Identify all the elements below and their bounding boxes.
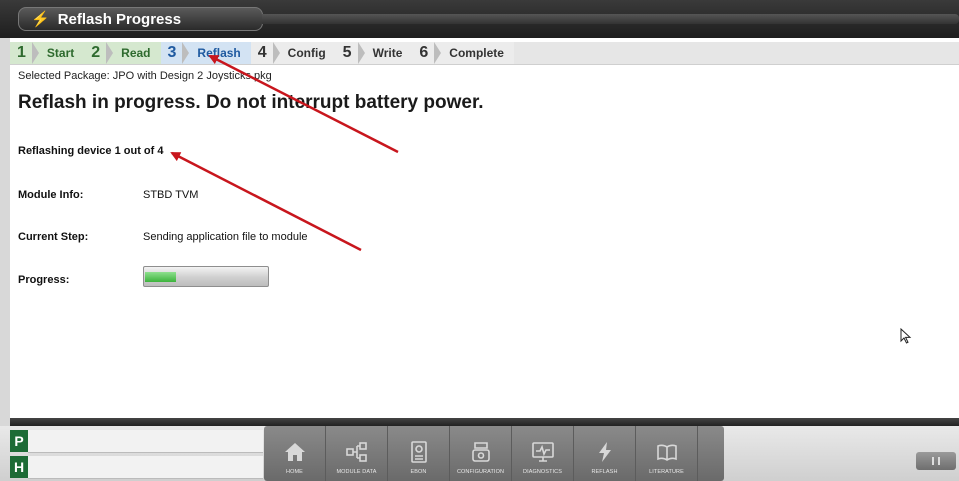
step-label: Complete [449,46,504,60]
configuration-icon [471,442,490,462]
step-config[interactable]: 4 Config [250,42,336,64]
title-bar: ⚡ Reflash Progress [0,0,959,38]
step-start[interactable]: 1 Start [10,42,85,64]
diagnostics-icon [531,442,554,462]
pause-icon [932,457,934,465]
chevron-right-icon [272,42,280,64]
module-info-label: Module Info: [18,189,84,201]
step-number: 3 [167,44,177,61]
nav-label: REFLASH [591,469,618,475]
nav-label: MODULE DATA [336,469,377,475]
chevron-right-icon [182,42,190,64]
sidebar-bar [28,456,263,479]
mouse-pointer-icon [900,328,912,344]
chevron-right-icon [31,42,39,64]
nav-configuration[interactable]: CONFIGURATION [450,426,512,481]
main-panel: 1 Start 2 Read 3 Reflash 4 Config 5 Writ… [10,38,959,418]
pause-icon [938,457,940,465]
chevron-right-icon [357,42,365,64]
step-label: Start [46,46,75,60]
nav-reflash[interactable]: REFLASH [574,426,636,481]
step-label: Write [372,46,403,60]
current-step-value: Sending application file to module [143,231,308,243]
current-step-label: Current Step: [18,231,89,243]
ebon-icon [410,441,427,463]
step-reflash[interactable]: 3 Reflash [160,42,251,64]
step-number: 2 [91,44,101,61]
sidebar-bar [28,430,263,453]
step-write[interactable]: 5 Write [335,42,413,64]
window-title: ⚡ Reflash Progress [18,7,263,31]
window-title-text: Reflash Progress [57,10,182,28]
literature-icon [656,444,677,461]
progress-label: Progress: [18,274,70,286]
step-number: 5 [342,44,352,61]
step-read[interactable]: 2 Read [84,42,161,64]
nav-label: LITERATURE [649,469,684,475]
nav-diagnostics[interactable]: DIAGNOSTICS [512,426,574,481]
nav-ebon[interactable]: EBON [388,426,450,481]
reflash-status: Reflashing device 1 out of 4 [18,145,164,157]
nav-bar: HOME MODULE DATA EBON CONFIGURATION DIAG… [264,426,724,481]
progress-bar [143,266,269,287]
nav-label: HOME [286,469,303,475]
sidebar-letter-h[interactable]: H [10,456,28,478]
nav-home[interactable]: HOME [264,426,326,481]
module-data-icon [345,442,367,462]
nav-label: EBON [410,469,427,475]
reflash-icon [598,442,611,462]
title-track [262,14,959,24]
nav-label: CONFIGURATION [456,469,505,475]
step-label: Reflash [197,46,241,60]
step-label: Config [287,46,326,60]
wizard-steps: 1 Start 2 Read 3 Reflash 4 Config 5 Writ… [10,42,959,65]
progress-fill [145,272,176,282]
module-info-value: STBD TVM [143,189,199,201]
lightning-bolt-icon: ⚡ [31,11,50,28]
chevron-right-icon [106,42,114,64]
nav-label: DIAGNOSTICS [523,469,562,475]
step-complete[interactable]: 6 Complete [412,42,514,64]
bottom-divider [10,418,959,426]
bottom-dock: P H HOME MODULE DATA EBON CONFIGURATION … [0,426,959,481]
nav-literature[interactable]: LITERATURE [636,426,698,481]
chevron-right-icon [434,42,442,64]
step-number: 6 [419,44,429,61]
page-headline: Reflash in progress. Do not interrupt ba… [18,92,484,113]
pause-button[interactable] [916,452,956,470]
step-label: Read [121,46,151,60]
step-number: 1 [17,44,26,61]
selected-package: Selected Package: JPO with Design 2 Joys… [18,70,272,82]
home-icon [284,443,305,461]
step-number: 4 [257,44,267,61]
nav-module-data[interactable]: MODULE DATA [326,426,388,481]
sidebar-letter-p[interactable]: P [10,430,28,452]
